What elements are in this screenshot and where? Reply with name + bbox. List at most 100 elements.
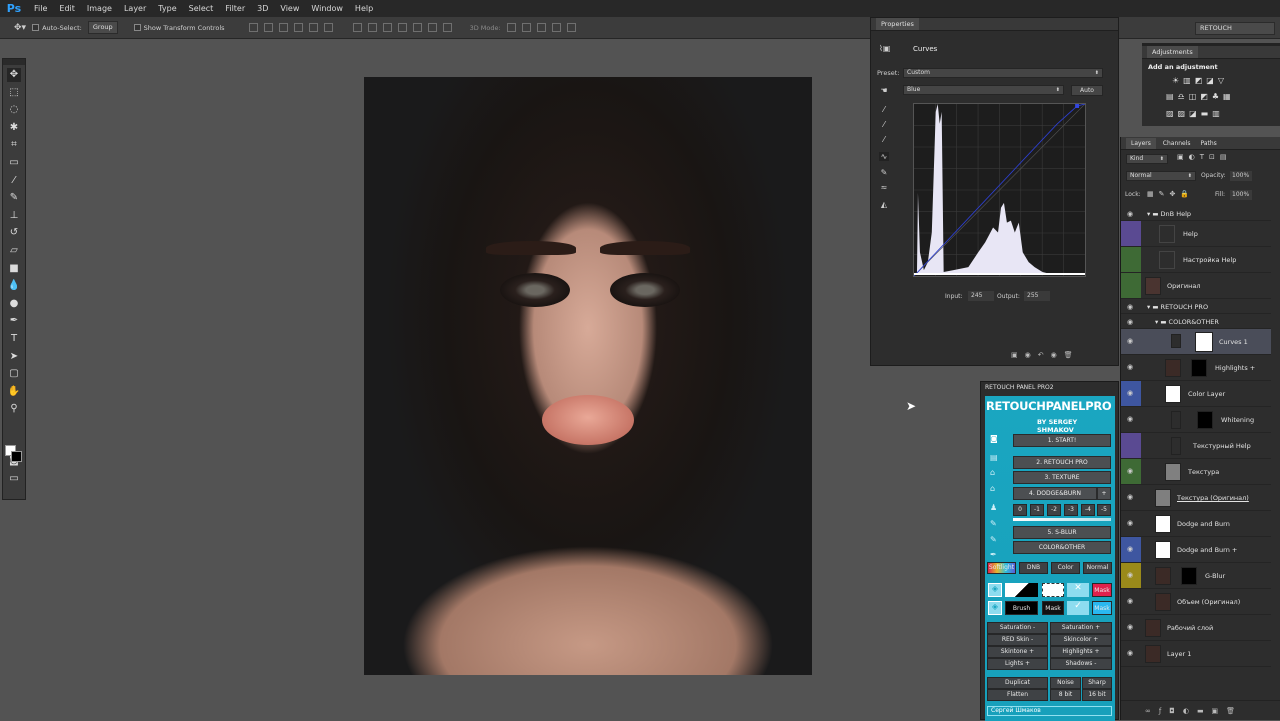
brush-icon[interactable]: ✎ (990, 519, 997, 528)
magic-wand-icon[interactable]: ✱ (7, 121, 21, 135)
curve-point-icon[interactable]: ∿ (879, 152, 889, 161)
screen-mode-icon[interactable]: ▭ (7, 472, 21, 486)
fill-value[interactable]: 100% (1230, 190, 1252, 200)
cancel-icon[interactable]: ✕ (1067, 583, 1089, 597)
background-color-swatch[interactable] (11, 451, 22, 462)
align-bottom-icon[interactable] (278, 23, 288, 32)
move-tool-icon[interactable]: ✥▾ (14, 23, 26, 33)
layer-row[interactable]: ◉ ▾ ▬ COLOR&OTHER (1121, 314, 1271, 329)
layer-row[interactable]: ◉ Layer 1 (1121, 641, 1271, 667)
crop-icon[interactable]: ⌗ (7, 138, 21, 152)
distribute-bottom-icon[interactable] (382, 23, 392, 32)
layer-row[interactable]: ◉ ▾ ▬ DnB Help (1121, 207, 1271, 221)
white-point-eyedropper-icon[interactable]: ⁄ (879, 135, 889, 144)
shadows-minus-button[interactable]: Shadows - (1050, 658, 1112, 670)
color-other-button[interactable]: COLOR&OTHER (1013, 541, 1111, 554)
visibility-eye-icon[interactable]: ◉ (1127, 545, 1133, 553)
auto-align-icon[interactable] (442, 23, 452, 32)
layer-row[interactable]: ◉ Объем (Оригинал) (1121, 589, 1271, 615)
skintone-plus-button[interactable]: Skintone + (987, 646, 1048, 658)
transform-controls-checkbox[interactable]: Show Transform Controls (133, 24, 225, 32)
bandage-icon[interactable]: ⌂ (990, 484, 995, 493)
layer-row[interactable]: Оригинал (1121, 273, 1271, 299)
saturation-plus-button[interactable]: Saturation + (1050, 622, 1112, 634)
move-icon[interactable]: ✥ (7, 68, 21, 82)
gradient-icon[interactable]: ■ (7, 262, 21, 276)
layer-row[interactable]: ◉ Текстура (1121, 459, 1271, 485)
level-button[interactable]: -4 (1081, 504, 1095, 516)
selection-icon[interactable] (1042, 583, 1064, 597)
duplicate-button[interactable]: Duplicat (987, 677, 1048, 689)
mask-blue-button[interactable]: Mask (1092, 601, 1112, 615)
dodge-burn-plus-button[interactable]: + (1097, 487, 1111, 500)
layers-footer-icons[interactable]: ∞ƒ◘◐▬▣🗑 (1121, 700, 1280, 720)
auto-select-checkbox[interactable]: Auto-Select: (32, 24, 82, 32)
auto-button[interactable]: Auto (1071, 85, 1103, 96)
paths-tab[interactable]: Paths (1200, 140, 1216, 147)
channel-dropdown[interactable]: Blue (903, 85, 1064, 95)
visibility-eye-icon[interactable]: ◉ (1127, 303, 1133, 311)
s-blur-button[interactable]: 5. S-BLUR (1013, 526, 1111, 539)
preset-dropdown[interactable]: Custom (903, 68, 1103, 78)
layers-tab[interactable]: Layers (1126, 138, 1156, 149)
pencil-draw-icon[interactable]: ✎ (879, 168, 889, 177)
retouch-pro-button[interactable]: 2. RETOUCH PRO (1013, 456, 1111, 469)
align-middle-icon[interactable] (263, 23, 273, 32)
smooth-curve-icon[interactable]: ≈ (879, 183, 889, 192)
camera-icon[interactable]: ◙ (990, 434, 998, 443)
hand-icon[interactable]: ✋ (7, 385, 21, 399)
blur-icon[interactable]: 💧 (7, 279, 21, 293)
eraser-icon[interactable]: ▱ (7, 244, 21, 258)
blend-mode-dropdown[interactable]: Normal (1126, 171, 1196, 181)
brush-icon[interactable]: ✎ (990, 535, 997, 544)
distribute-right-icon[interactable] (427, 23, 437, 32)
3d-rotate-icon[interactable] (506, 23, 516, 32)
3d-drag-icon[interactable] (536, 23, 546, 32)
brush-icon[interactable]: ✎ (7, 191, 21, 205)
input-value[interactable]: 245 (968, 291, 994, 301)
distribute-center-icon[interactable] (412, 23, 422, 32)
sharp-button[interactable]: Sharp (1082, 677, 1112, 689)
output-value[interactable]: 255 (1024, 291, 1050, 301)
menu-3d[interactable]: 3D (251, 4, 274, 13)
adjustment-icons-row-3[interactable]: ▨▨◪▬▥ (1166, 109, 1224, 118)
level-button[interactable]: -1 (1030, 504, 1044, 516)
8-bit-button[interactable]: 8 bit (1050, 689, 1081, 701)
path-select-icon[interactable]: ➤ (7, 350, 21, 364)
history-brush-icon[interactable]: ↺ (7, 226, 21, 240)
mask-red-button[interactable]: Mask (1092, 583, 1112, 597)
adjustments-tab[interactable]: Adjustments (1142, 46, 1280, 59)
menu-file[interactable]: File (28, 4, 53, 13)
document-canvas-photo[interactable] (364, 77, 812, 675)
layer-row[interactable]: ◉ Рабочий слой (1121, 615, 1271, 641)
stamp-icon[interactable]: ⊥ (7, 209, 21, 223)
gray-point-eyedropper-icon[interactable]: ⁄ (879, 120, 889, 129)
ruler-icon[interactable]: ▭ (7, 156, 21, 170)
align-right-icon[interactable] (323, 23, 333, 32)
shape-icon[interactable]: ▢ (7, 367, 21, 381)
distribute-left-icon[interactable] (397, 23, 407, 32)
bandage-icon[interactable]: ⌂ (990, 468, 995, 477)
level-button[interactable]: 0 (1013, 504, 1027, 516)
pen-icon[interactable]: ✒ (990, 550, 997, 559)
layer-row[interactable]: ◉ Текстура (Оригинал) (1121, 485, 1271, 511)
normal-mode-button[interactable]: Normal (1083, 562, 1112, 574)
zoom-icon[interactable]: ⚲ (7, 402, 21, 416)
level-button[interactable]: -5 (1097, 504, 1111, 516)
distribute-top-icon[interactable] (352, 23, 362, 32)
layer-row[interactable]: Настройка Help (1121, 247, 1271, 273)
layer-row[interactable]: ◉ ▾ ▬ RETOUCH PRO (1121, 299, 1271, 314)
softlight-mode-button[interactable]: Softlight (987, 562, 1016, 574)
visibility-eye-icon[interactable]: ◉ (1127, 363, 1133, 371)
layer-row[interactable]: ◉ Dodge and Burn (1121, 511, 1271, 537)
adjustment-icons-row-2[interactable]: ▤♎◫◩♣▦ (1166, 92, 1235, 101)
mask-button[interactable]: Mask (1042, 601, 1064, 615)
paint-bucket-icon[interactable]: ◈ (988, 583, 1002, 597)
filter-icons[interactable]: ▣◐T⊡▤ (1177, 153, 1231, 161)
curves-graph[interactable] (913, 103, 1086, 277)
highlights-plus-button[interactable]: Highlights + (1050, 646, 1112, 658)
layer-row[interactable]: ◉ G-Blur (1121, 563, 1271, 589)
level-button[interactable]: -3 (1064, 504, 1078, 516)
align-top-icon[interactable] (248, 23, 258, 32)
red-skin-minus-button[interactable]: RED Skin - (987, 634, 1048, 646)
